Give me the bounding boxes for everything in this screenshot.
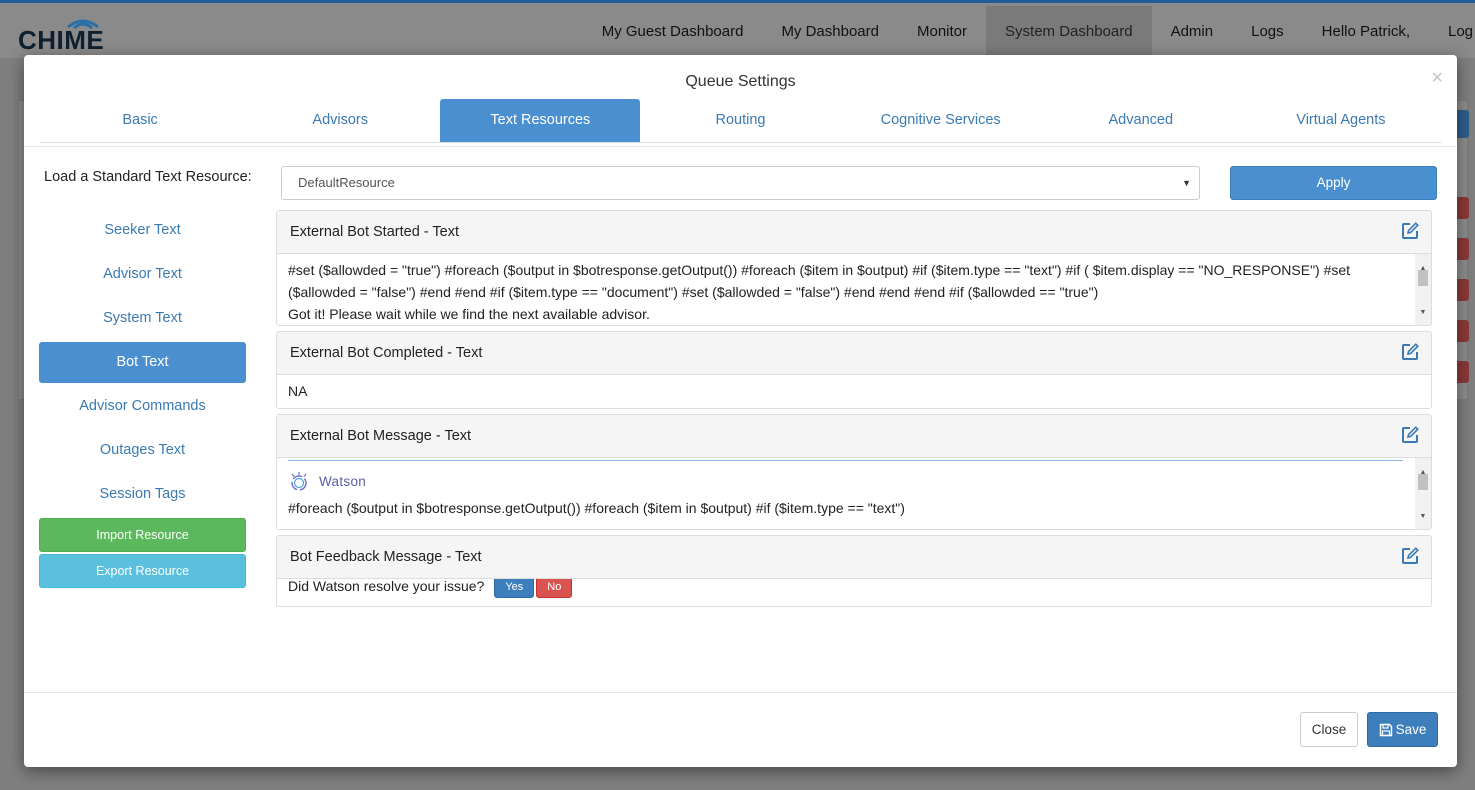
card-body[interactable]: #set ($allowded = "true") #foreach ($out… [277,254,1431,325]
sidebar-item-system-text[interactable]: System Text [39,298,246,339]
card-external-bot-started: External Bot Started - Text #set ($allow… [276,210,1432,326]
modal-title: Queue Settings [685,73,796,90]
card-header: External Bot Completed - Text [277,332,1431,375]
save-button[interactable]: Save [1367,712,1438,747]
card-body[interactable]: NA [277,375,1431,408]
resource-select[interactable]: DefaultResource ▼ [281,166,1200,200]
nav-logs[interactable]: Logs [1232,6,1303,58]
nav-system-dashboard[interactable]: System Dashboard [986,6,1152,58]
watson-label: Watson [319,474,367,489]
feedback-yes-button[interactable]: Yes [494,577,535,598]
apply-button[interactable]: Apply [1230,166,1437,200]
scrollbar[interactable]: ▲ ▼ [1415,458,1431,529]
load-resource-label: Load a Standard Text Resource: [44,169,252,185]
card-header: External Bot Message - Text [277,415,1431,458]
nav-user-greeting[interactable]: Hello Patrick, [1303,6,1429,58]
bot-started-line-1: #set ($allowded = "true") #foreach ($out… [288,262,1351,278]
bot-completed-text: NA [288,383,308,399]
scroll-thumb[interactable] [1418,270,1428,286]
nav-my-guest-dashboard[interactable]: My Guest Dashboard [583,6,763,58]
top-navbar: CHIME My Guest Dashboard My Dashboard Mo… [0,0,1475,58]
import-resource-button[interactable]: Import Resource [39,518,246,552]
scroll-thumb[interactable] [1418,474,1428,490]
sidebar-item-bot-text[interactable]: Bot Text [39,342,246,383]
floppy-disk-icon [1379,723,1392,736]
watson-icon [291,472,307,491]
card-header: Bot Feedback Message - Text [277,536,1431,579]
card-external-bot-completed: External Bot Completed - Text NA [276,331,1432,409]
nav-monitor[interactable]: Monitor [898,6,986,58]
edit-icon[interactable] [1400,221,1420,241]
watson-header: Watson [288,467,1411,497]
card-title: External Bot Message - Text [290,428,472,444]
divider [24,146,1457,147]
sidebar-item-advisor-text[interactable]: Advisor Text [39,254,246,295]
tab-virtual-agents[interactable]: Virtual Agents [1241,99,1441,142]
scrollbar[interactable]: ▲ ▼ [1415,254,1431,325]
divider [24,692,1457,693]
queue-settings-modal: Queue Settings × Basic Advisors Text Res… [24,55,1457,767]
card-title: External Bot Started - Text [290,224,459,240]
tab-text-resources[interactable]: Text Resources [440,99,641,142]
sidebar-item-advisor-commands[interactable]: Advisor Commands [39,386,246,427]
tab-advisors[interactable]: Advisors [240,99,440,142]
bot-started-line-2: ($allowded = "false") #end #end #if ($it… [288,284,1099,300]
main-nav: My Guest Dashboard My Dashboard Monitor … [583,6,1475,58]
settings-tabs: Basic Advisors Text Resources Routing Co… [40,99,1441,143]
text-category-sidebar: Seeker Text Advisor Text System Text Bot… [39,210,246,518]
tab-advanced[interactable]: Advanced [1041,99,1241,142]
scroll-down-icon[interactable]: ▼ [1415,506,1431,528]
feedback-no-button[interactable]: No [536,577,573,598]
logo-text: CHIME [18,25,105,55]
tab-cognitive-services[interactable]: Cognitive Services [841,99,1041,142]
nav-admin[interactable]: Admin [1152,6,1233,58]
caret-down-icon: ▼ [1182,178,1191,188]
resource-select-value: DefaultResource [298,175,395,190]
feedback-question: Did Watson resolve your issue? [288,578,485,594]
sidebar-item-seeker-text[interactable]: Seeker Text [39,210,246,251]
sidebar-item-session-tags[interactable]: Session Tags [39,474,246,515]
nav-log-out[interactable]: Log Out [1429,6,1475,58]
card-body[interactable]: Watson #foreach ($output in $botresponse… [277,458,1431,529]
sidebar-item-outages-text[interactable]: Outages Text [39,430,246,471]
message-divider [288,460,1403,461]
export-resource-button[interactable]: Export Resource [39,554,246,588]
save-label: Save [1395,722,1427,737]
edit-icon[interactable] [1400,425,1420,445]
tab-routing[interactable]: Routing [640,99,840,142]
bot-message-text: #foreach ($output in $botresponse.getOut… [288,500,905,516]
card-title: Bot Feedback Message - Text [290,549,482,565]
close-button[interactable]: Close [1300,712,1358,747]
edit-icon[interactable] [1400,546,1420,566]
close-icon[interactable]: × [1431,67,1443,90]
card-bot-feedback-message: Bot Feedback Message - Text Did Watson r… [276,535,1432,607]
edit-icon[interactable] [1400,342,1420,362]
scroll-down-icon[interactable]: ▼ [1415,302,1431,324]
bot-started-line-3: Got it! Please wait while we find the ne… [288,306,650,322]
card-external-bot-message: External Bot Message - Text Watson #fore… [276,414,1432,530]
chime-logo[interactable]: CHIME [18,17,110,55]
card-title: External Bot Completed - Text [290,345,483,361]
card-header: External Bot Started - Text [277,211,1431,254]
tab-basic[interactable]: Basic [40,99,240,142]
feedback-body: Did Watson resolve your issue? Yes No [277,577,1431,605]
nav-my-dashboard[interactable]: My Dashboard [762,6,898,58]
